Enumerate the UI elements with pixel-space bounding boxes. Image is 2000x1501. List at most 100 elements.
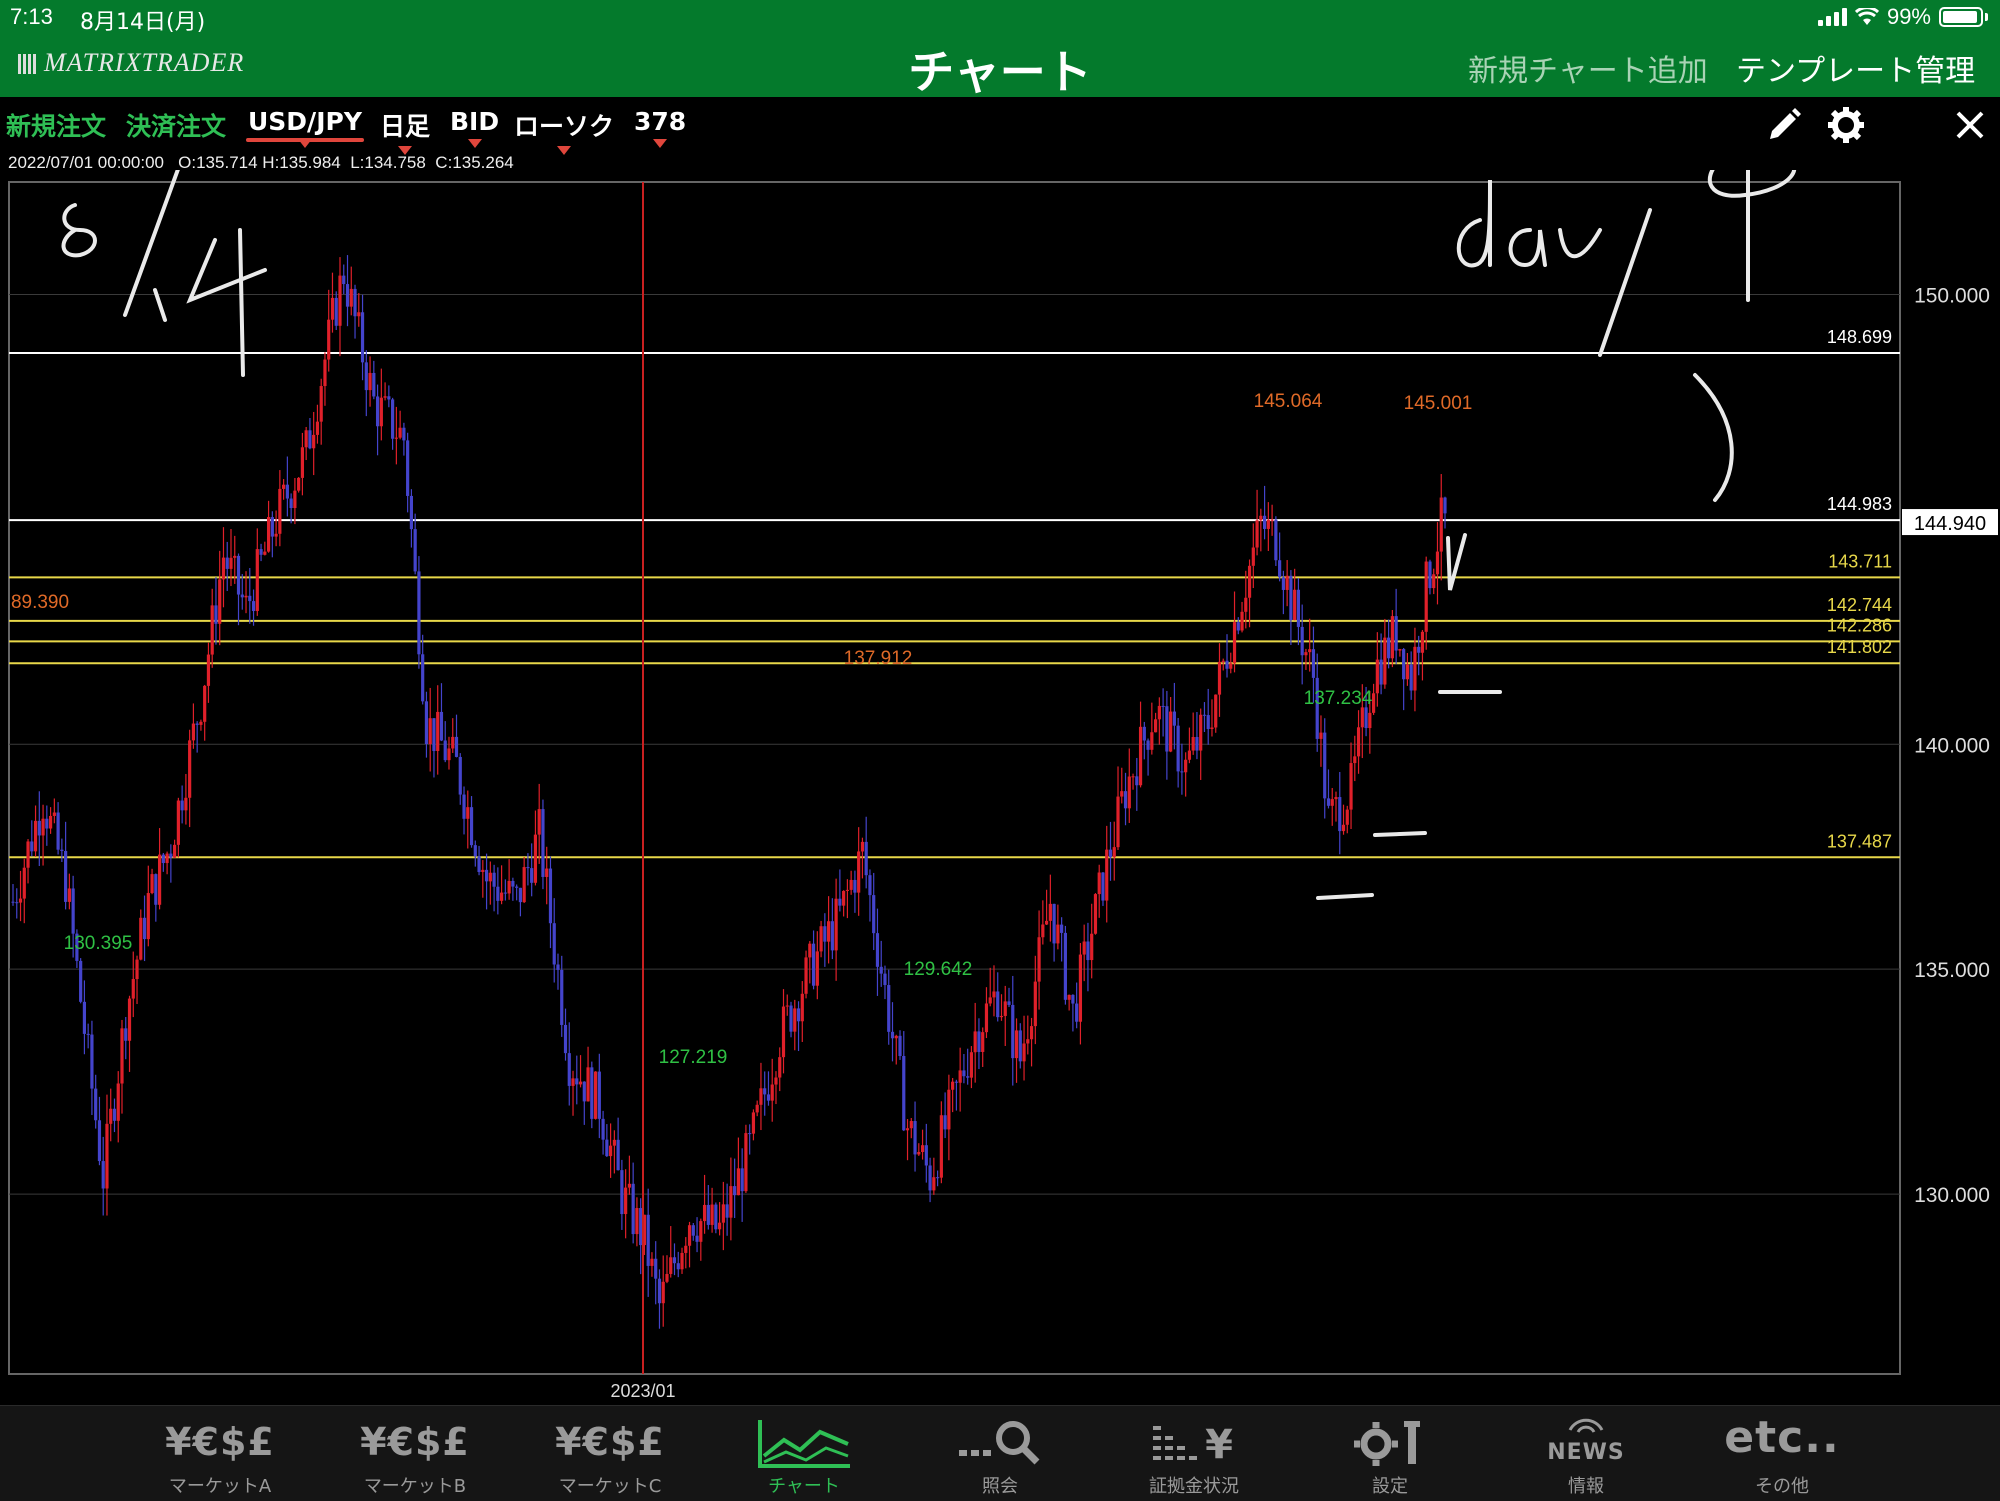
candle-body [1375,659,1379,694]
settle-order-button[interactable]: 決済注文 [126,107,226,143]
candle-body [391,399,395,439]
candle-body [981,1032,985,1052]
candle-body [488,872,492,882]
candle-body [1202,714,1207,716]
tab-label: 照会 [982,1476,1018,1497]
candle-body [1289,575,1293,621]
candle-body [1323,732,1327,799]
candle-body [1300,626,1304,656]
candle-body [1195,737,1199,751]
candle-body [398,427,402,438]
tab-other[interactable]: etc.. その他 [1712,1406,1852,1501]
handwriting-paren [1693,373,1734,502]
candle-body [808,943,812,958]
candle-body [1191,737,1195,751]
pencil-icon[interactable] [1762,103,1806,147]
candle-body [1108,849,1113,858]
candle-body [1090,933,1094,961]
candle-body [387,396,391,400]
candle-body [687,1225,692,1246]
tab-market-b[interactable]: ¥€$£ マーケットB [345,1406,485,1501]
candle-body [368,372,372,391]
candle-body [1356,727,1361,757]
new-order-button[interactable]: 新規注文 [6,107,106,143]
candle-body [586,1067,590,1102]
line-value-label: 143.711 [1828,551,1892,571]
candle-body [661,1281,665,1304]
timeframe-selector[interactable]: 日足 [380,107,430,155]
candle-body [342,275,346,285]
candle-body [1071,994,1075,1004]
price-chart[interactable]: 148.699 144.983 143.711 142.744142.286141.8… [0,170,2000,1410]
candle-body [274,533,278,537]
tab-margin-status[interactable]: ¥ 証拠金状況 [1124,1406,1264,1501]
candle-body [1270,519,1274,521]
close-icon[interactable] [1948,103,1992,147]
candle-body [244,595,248,598]
candle-body [451,736,455,749]
candle-body [1157,705,1161,720]
candle-body [1142,726,1146,741]
candle-body [1387,637,1391,659]
candle-body [684,1245,688,1253]
candle-body [199,721,203,725]
tab-news[interactable]: NEWS 情報 [1516,1406,1656,1501]
candle-body [248,595,252,602]
candle-body [992,991,996,998]
candle-body [988,997,992,1004]
candle-body [22,867,26,899]
candle-body [360,312,365,363]
candle-body [1165,706,1169,752]
chart-style-selector[interactable]: ローソク [514,107,614,155]
gear-icon[interactable] [1824,103,1868,147]
candle-body [1138,726,1143,786]
candle-body [496,886,500,901]
price-annotation: 145.064 [1254,391,1323,412]
candle-body [1424,561,1428,632]
candle-body [1304,652,1308,656]
candle-body [530,868,534,883]
candle-body [1037,937,1041,982]
candle-body [1101,872,1105,901]
tab-market-a[interactable]: ¥€$£ マーケットA [150,1406,290,1501]
candle-body [883,973,887,986]
tab-settings[interactable]: 設定 [1320,1406,1460,1501]
handwriting-day [1456,179,1652,357]
candle-body [94,1088,98,1121]
candle-body [1247,565,1252,598]
candle-body [639,1208,643,1246]
tab-chart[interactable]: チャート [734,1406,874,1501]
candle-body [699,1221,703,1242]
handwriting-digit [61,203,97,258]
candle-body [338,275,342,326]
candle-body [97,1120,102,1162]
pair-selector[interactable]: USD/JPY [246,107,364,148]
candle-body [1018,1030,1022,1062]
price-type-selector[interactable]: BID [450,107,499,148]
search-icon [959,1421,1040,1465]
candle-body [436,711,440,751]
candle-body [646,1214,650,1266]
bar-count-selector[interactable]: 378 [634,107,687,148]
candle-body [702,1204,707,1222]
candle-body [375,396,380,427]
candle-body [1214,694,1218,728]
candle-body [571,1078,575,1086]
add-chart-button[interactable]: 新規チャート追加 [1468,46,1708,90]
candle-body [30,841,34,852]
candle-body [492,872,496,887]
candle-body [518,887,523,903]
bar-count-label: 378 [634,107,687,136]
candle-body [1086,941,1090,961]
template-manage-button[interactable]: テンプレート管理 [1736,46,1975,90]
candle-body [774,1077,778,1085]
candle-body [1029,1026,1034,1040]
candle-body [932,1177,936,1191]
tab-market-c[interactable]: ¥€$£ マーケットC [540,1406,680,1501]
candle-body [909,1121,913,1129]
tab-inquiry[interactable]: 照会 [930,1406,1070,1501]
candle-body [364,362,368,391]
handwriting-check [1446,533,1467,591]
candle-body [1338,797,1342,832]
candle-body [233,555,237,558]
